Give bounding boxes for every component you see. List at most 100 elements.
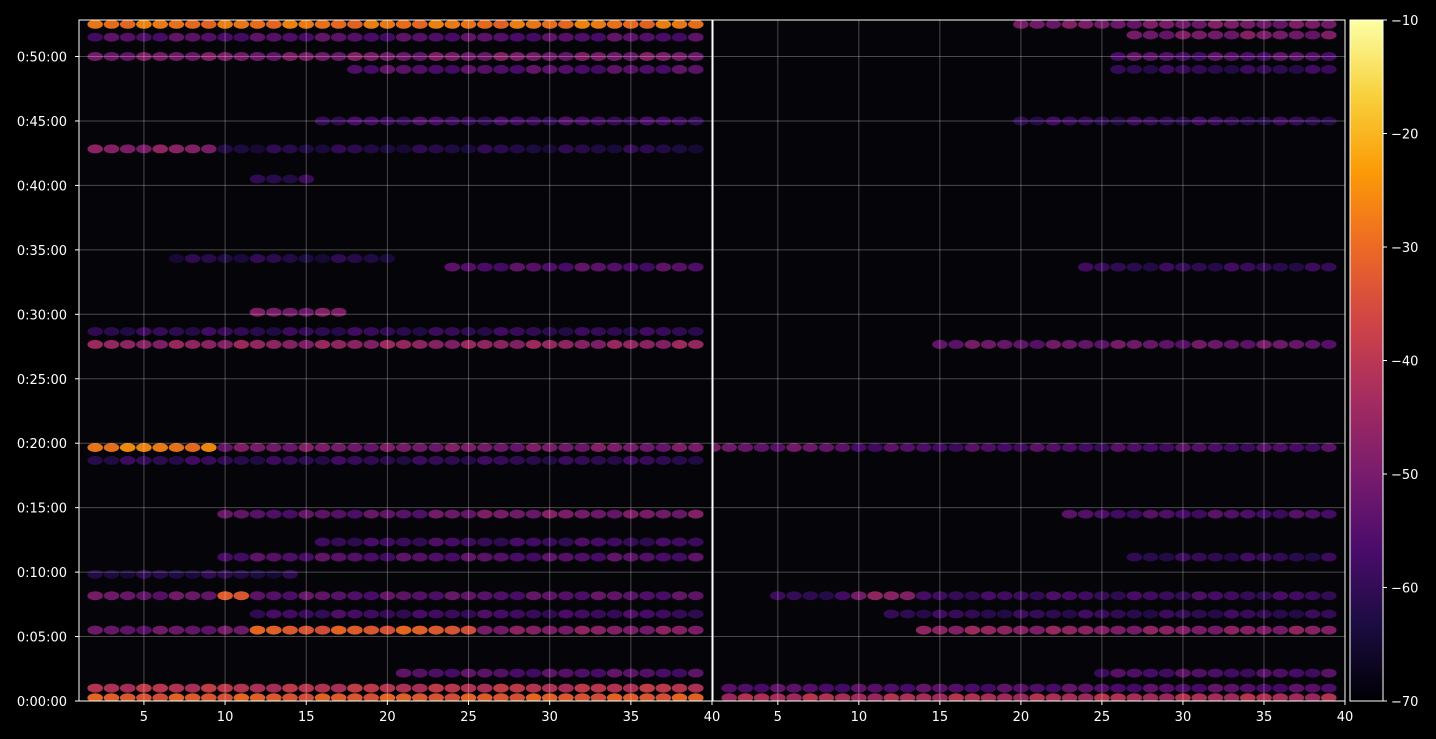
heat-cell	[606, 32, 623, 42]
heat-cell	[688, 327, 704, 336]
heat-cell	[786, 443, 802, 452]
heat-cell	[996, 609, 1013, 619]
heat-cell	[168, 625, 185, 635]
heat-cell	[87, 339, 103, 349]
heat-cell	[574, 262, 590, 272]
heat-cell	[671, 625, 688, 635]
heat-cell	[119, 443, 136, 452]
heat-cell	[655, 625, 672, 635]
heat-cell	[363, 327, 380, 336]
heat-cell	[1288, 339, 1305, 349]
heat-cell	[444, 262, 461, 272]
right-panel: 5 10 15 20 25 30 35 40	[712, 19, 1353, 725]
heat-cell	[249, 254, 266, 263]
heat-cell	[1223, 552, 1240, 562]
heat-cell	[1207, 552, 1224, 562]
heat-cell	[671, 537, 688, 547]
heat-cell	[980, 683, 997, 693]
heat-cell	[103, 683, 120, 693]
heat-cell	[1045, 591, 1062, 601]
heat-cell	[314, 254, 331, 263]
heat-cell	[103, 625, 120, 635]
heat-cell	[103, 443, 120, 452]
heat-cell	[395, 591, 412, 601]
heat-cell	[1304, 20, 1321, 29]
heat-cell	[282, 509, 298, 519]
heat-cell	[347, 552, 363, 562]
heat-cell	[330, 327, 347, 336]
heat-cell	[590, 668, 607, 678]
heat-cell	[1272, 20, 1288, 29]
heat-cell	[574, 552, 590, 562]
heat-cell	[883, 609, 900, 619]
heat-cell	[590, 683, 607, 693]
heat-cell	[1158, 443, 1175, 452]
heat-cell	[606, 668, 623, 678]
heat-cell	[802, 443, 818, 452]
heat-cell	[606, 262, 623, 272]
heat-cell	[249, 307, 266, 317]
colorbar-gradient	[1349, 19, 1384, 702]
heat-cell	[233, 509, 250, 519]
heat-cell	[558, 625, 574, 635]
heat-cell	[395, 327, 412, 336]
heat-cell	[948, 625, 964, 635]
y-tick-label: 0:45:00	[17, 115, 67, 130]
heat-cell	[363, 20, 379, 29]
heat-cell	[1142, 683, 1159, 693]
heat-cell	[282, 254, 298, 263]
heat-cell	[233, 144, 250, 154]
heat-cell	[915, 683, 932, 693]
heat-cell	[282, 443, 298, 452]
heat-cell	[184, 591, 201, 601]
heat-cell	[558, 455, 574, 465]
heat-cell	[834, 591, 851, 601]
heat-cell	[1158, 552, 1175, 562]
heat-cell	[1029, 683, 1045, 693]
heat-cell	[964, 683, 981, 693]
heat-cell	[525, 327, 542, 336]
heat-cell	[201, 443, 217, 452]
heat-cell	[119, 339, 136, 349]
heat-cell	[363, 609, 380, 619]
heat-cell	[314, 509, 331, 519]
heat-cell	[1321, 443, 1337, 452]
heat-cell	[266, 254, 282, 263]
heat-cell	[1061, 20, 1078, 29]
heat-cell	[1272, 262, 1288, 272]
heat-cell	[590, 455, 607, 465]
heat-cell	[1158, 668, 1175, 678]
heat-cell	[574, 625, 590, 635]
heat-cell	[1288, 509, 1305, 519]
heat-cell	[249, 552, 266, 562]
heat-cell	[1110, 668, 1126, 678]
heat-cell	[428, 552, 444, 562]
heat-cell	[428, 537, 444, 547]
heat-cell	[671, 327, 688, 336]
heat-cell	[525, 64, 542, 74]
heat-cell	[493, 591, 509, 601]
heat-cell	[1061, 443, 1078, 452]
heat-cell	[314, 339, 331, 349]
heat-cell	[1158, 625, 1175, 635]
heat-cell	[314, 144, 331, 154]
heat-cell	[1304, 339, 1321, 349]
heat-cell	[444, 537, 461, 547]
heat-cell	[948, 683, 964, 693]
heat-cell	[1321, 509, 1337, 519]
heat-cell	[948, 443, 964, 452]
heat-cell	[412, 339, 428, 349]
heat-cell	[266, 339, 282, 349]
heat-cell	[347, 32, 363, 42]
heat-cell	[639, 262, 655, 272]
heat-cell	[1240, 443, 1256, 452]
heat-cell	[915, 591, 932, 601]
heat-cell	[1207, 20, 1224, 29]
heat-cell	[1304, 64, 1321, 74]
heat-cell	[1191, 683, 1207, 693]
heat-cell	[606, 625, 623, 635]
heat-cell	[558, 64, 574, 74]
heat-cell	[1158, 509, 1175, 519]
heat-cell	[574, 683, 590, 693]
heat-cell	[87, 625, 103, 635]
